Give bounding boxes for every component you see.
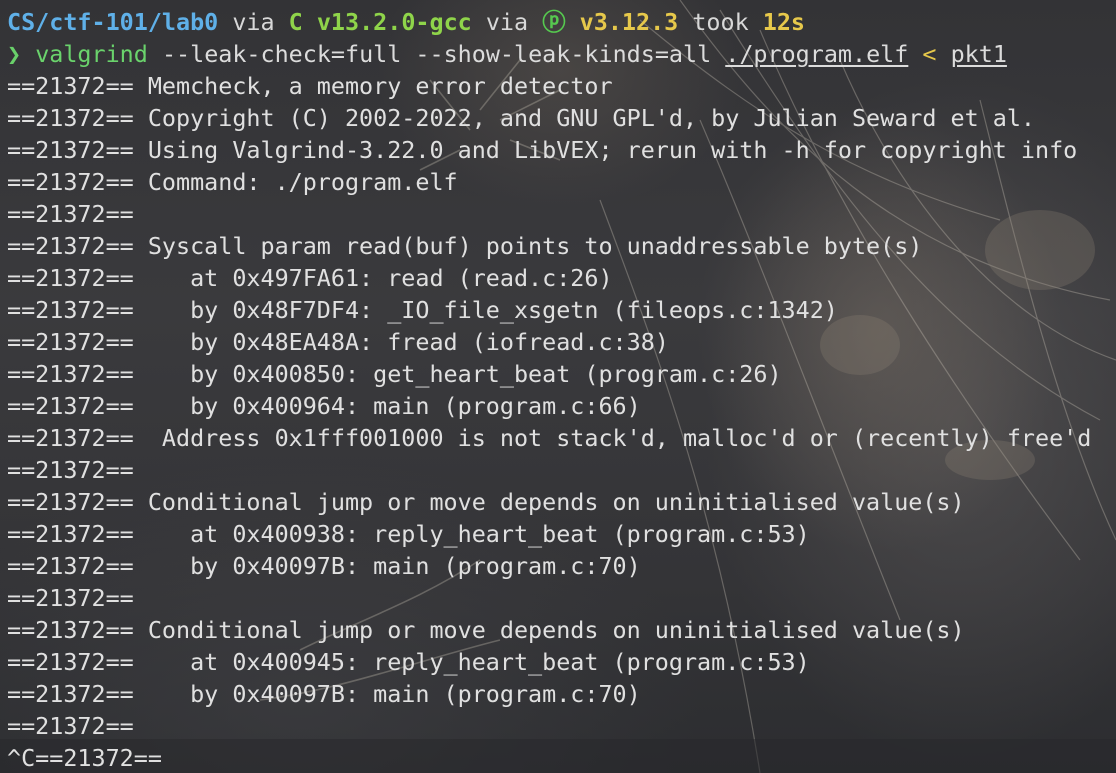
output-line: ==21372== by 0x48EA48A: fread (iofread.c… [7,328,669,356]
output-line: ==21372== at 0x400938: reply_heart_beat … [7,520,810,548]
output-line: ==21372== by 0x400964: main (program.c:6… [7,392,641,420]
output-line: ==21372== [7,584,134,612]
cwd-path: CS/ctf-101/lab0 [7,8,219,36]
output-line: ==21372== at 0x497FA61: read (read.c:26) [7,264,613,292]
terminal-output: CS/ctf-101/lab0 via C v13.2.0-gcc via ⓟ … [7,6,1091,773]
output-line: ==21372== Conditional jump or move depen… [7,488,965,516]
command-duration: 12s [762,8,805,36]
current-input-line[interactable]: ^C==21372== [7,742,1091,773]
program-path: ./program.elf [725,40,909,68]
shell-prompt-line: CS/ctf-101/lab0 via C v13.2.0-gcc via ⓟ … [7,8,805,36]
output-line: ==21372== [7,456,134,484]
output-line: ==21372== by 0x400850: get_heart_beat (p… [7,360,782,388]
gcc-version: v13.2.0-gcc [302,8,472,36]
output-line: ==21372== by 0x40097B: main (program.c:7… [7,552,641,580]
output-line: ==21372== [7,712,134,740]
terminal-window[interactable]: CS/ctf-101/lab0 via C v13.2.0-gcc via ⓟ … [0,0,1116,773]
output-line: ==21372== Address 0x1fff001000 is not st… [7,424,1092,452]
output-line: ==21372== Command: ./program.elf [7,168,458,196]
command-name: valgrind [35,40,148,68]
prompt-chevron-icon: ❯ [7,40,22,68]
output-line: ==21372== Syscall param read(buf) points… [7,232,923,260]
output-line: ==21372== at 0x400945: reply_heart_beat … [7,648,810,676]
output-line: ==21372== [7,200,134,228]
output-line: ==21372== by 0x48F7DF4: _IO_file_xsgetn … [7,296,838,324]
output-line: ==21372== by 0x40097B: main (program.c:7… [7,680,641,708]
output-line: ==21372== Memcheck, a memory error detec… [7,72,613,100]
python-icon: ⓟ [542,8,566,36]
input-file: pkt1 [950,40,1007,68]
redirect-operator: < [908,40,951,68]
c-lang-label: C [288,8,303,36]
output-line: ==21372== Using Valgrind-3.22.0 and LibV… [7,136,1078,164]
command-args: --leak-check=full --show-leak-kinds=all [147,40,726,68]
python-version: v3.12.3 [565,8,679,36]
output-line: ==21372== Conditional jump or move depen… [7,616,965,644]
command-line[interactable]: ❯ valgrind --leak-check=full --show-leak… [7,38,1091,70]
output-line: ==21372== Copyright (C) 2002-2022, and G… [7,104,1036,132]
